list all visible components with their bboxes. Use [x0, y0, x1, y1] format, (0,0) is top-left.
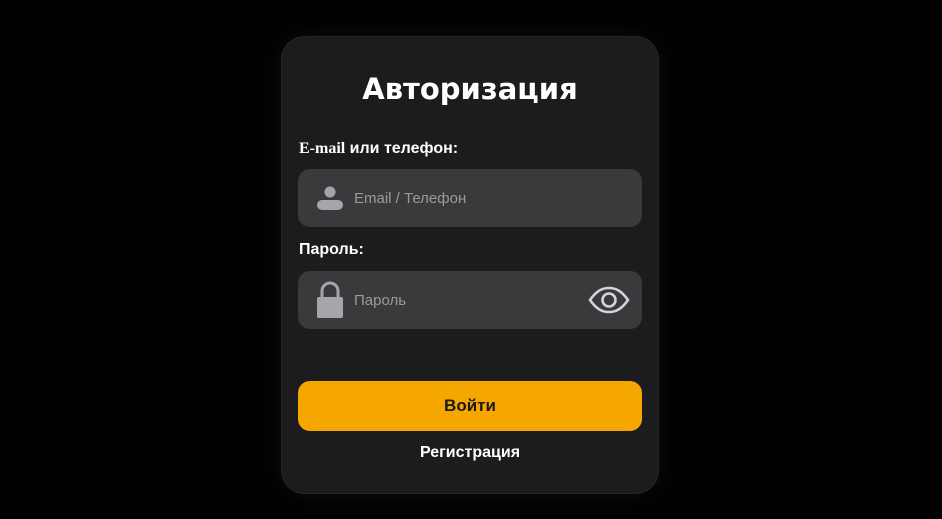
login-label-phone: или телефон:	[345, 140, 459, 157]
password-field[interactable]	[298, 271, 642, 329]
register-link[interactable]: Регистрация	[282, 442, 658, 464]
login-card: Авторизация E-mail или телефон: Пароль: …	[281, 36, 659, 494]
lock-icon	[317, 281, 343, 318]
form-title: Авторизация	[362, 72, 578, 106]
login-label: E-mail или телефон:	[299, 139, 458, 159]
login-label-email: E-mail	[299, 140, 346, 157]
eye-icon[interactable]	[588, 286, 630, 314]
login-button[interactable]: Войти	[298, 381, 642, 431]
password-label: Пароль:	[299, 241, 364, 258]
user-icon	[317, 186, 343, 210]
login-input[interactable]	[354, 169, 574, 227]
password-input[interactable]	[354, 271, 574, 329]
login-field[interactable]	[298, 169, 642, 227]
